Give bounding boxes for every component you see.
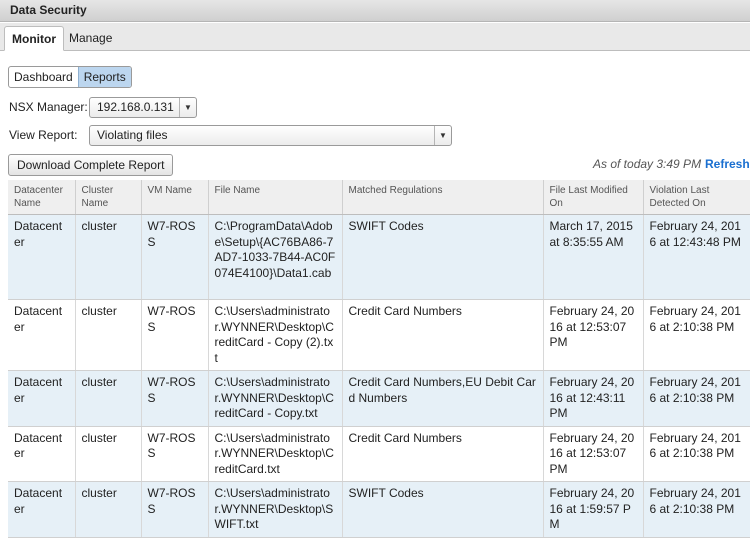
file-name-cell: C:\ProgramData\Adobe\Setup\{AC76BA86-7AD… [208,214,343,300]
datacenter-cell: Datacenter [8,481,76,538]
vm-name-cell: W7-ROSS [141,370,209,427]
cluster-cell: cluster [75,370,142,427]
datacenter-cell: Datacenter [8,370,76,427]
chevron-down-icon: ▼ [434,126,451,145]
column-header[interactable]: File Name [208,180,343,215]
view-report-select[interactable]: Violating files ▼ [89,125,452,146]
view-report-value: Violating files [97,128,168,142]
cluster-cell: cluster [75,299,142,371]
nsx-manager-label: NSX Manager: [9,100,88,114]
dashboard-button[interactable]: Dashboard [9,67,78,87]
nsx-manager-select[interactable]: 192.168.0.131 ▼ [89,97,197,118]
modified-cell: February 24, 2016 at 1:59:57 PM [543,481,644,538]
violations-table: Datacenter Name Cluster Name VM Name Fil… [8,180,750,538]
regulations-cell: SWIFT Codes [342,481,544,538]
vm-name-cell: W7-ROSS [141,299,209,371]
nsx-manager-value: 192.168.0.131 [97,100,174,114]
modified-cell: February 24, 2016 at 12:53:07 PM [543,299,644,371]
view-toggle: Dashboard Reports [8,66,132,88]
vm-name-cell: W7-ROSS [141,426,209,482]
refresh-link[interactable]: Refresh [705,157,750,171]
table-row[interactable]: Datacenter cluster W7-ROSS C:\Users\admi… [8,299,750,371]
view-report-label: View Report: [9,128,78,142]
detected-cell: February 24, 2016 at 2:10:38 PM [643,299,750,371]
table-row[interactable]: Datacenter cluster W7-ROSS C:\Users\admi… [8,426,750,482]
regulations-cell: Credit Card Numbers [342,426,544,482]
column-header[interactable]: Cluster Name [75,180,142,215]
window-title: Data Security [0,0,750,22]
reports-button[interactable]: Reports [77,67,131,87]
regulations-cell: Credit Card Numbers [342,299,544,371]
column-header[interactable]: VM Name [141,180,209,215]
datacenter-cell: Datacenter [8,426,76,482]
file-name-cell: C:\Users\administrator.WYNNER\Desktop\Cr… [208,370,343,427]
datacenter-cell: Datacenter [8,214,76,300]
table-row[interactable]: Datacenter cluster W7-ROSS C:\ProgramDat… [8,214,750,300]
table-row[interactable]: Datacenter cluster W7-ROSS C:\Users\admi… [8,370,750,427]
modified-cell: February 24, 2016 at 12:53:07 PM [543,426,644,482]
file-name-cell: C:\Users\administrator.WYNNER\Desktop\Cr… [208,299,343,371]
detected-cell: February 24, 2016 at 12:43:48 PM [643,214,750,300]
detected-cell: February 24, 2016 at 2:10:38 PM [643,481,750,538]
tab-monitor[interactable]: Monitor [4,26,64,51]
cluster-cell: cluster [75,481,142,538]
column-header[interactable]: File Last Modified On [543,180,644,215]
detected-cell: February 24, 2016 at 2:10:38 PM [643,426,750,482]
download-report-button[interactable]: Download Complete Report [8,154,174,176]
modified-cell: February 24, 2016 at 12:43:11 PM [543,370,644,427]
tab-manage[interactable]: Manage [62,26,119,51]
as-of-timestamp: As of today 3:49 PM [593,157,702,171]
column-header[interactable]: Matched Regulations [342,180,544,215]
regulations-cell: Credit Card Numbers,EU Debit Card Number… [342,370,544,427]
vm-name-cell: W7-ROSS [141,214,209,300]
column-header[interactable]: Datacenter Name [8,180,76,215]
modified-cell: March 17, 2015 at 8:35:55 AM [543,214,644,300]
file-name-cell: C:\Users\administrator.WYNNER\Desktop\Cr… [208,426,343,482]
cluster-cell: cluster [75,426,142,482]
column-header[interactable]: Violation Last Detected On [643,180,750,215]
detected-cell: February 24, 2016 at 2:10:38 PM [643,370,750,427]
cluster-cell: cluster [75,214,142,300]
tab-strip: Monitor Manage [0,23,750,51]
table-header-row: Datacenter Name Cluster Name VM Name Fil… [8,180,750,215]
regulations-cell: SWIFT Codes [342,214,544,300]
chevron-down-icon: ▼ [179,98,196,117]
datacenter-cell: Datacenter [8,299,76,371]
table-row[interactable]: Datacenter cluster W7-ROSS C:\Users\admi… [8,481,750,538]
vm-name-cell: W7-ROSS [141,481,209,538]
file-name-cell: C:\Users\administrator.WYNNER\Desktop\SW… [208,481,343,538]
